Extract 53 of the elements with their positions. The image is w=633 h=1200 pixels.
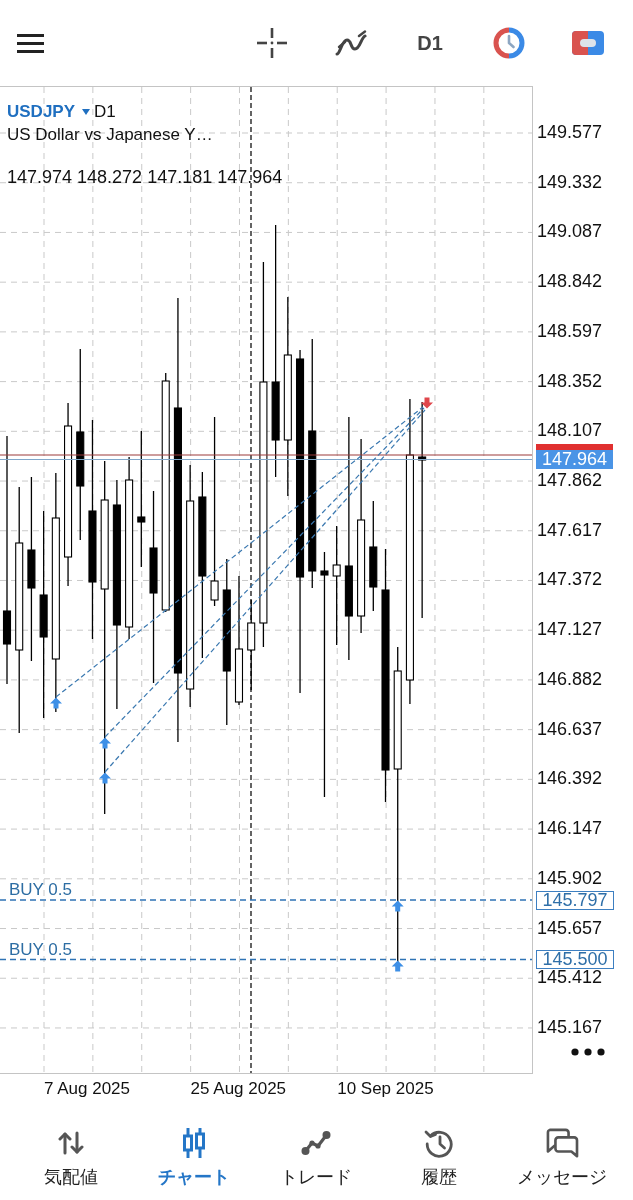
timeframe-label: D1 <box>94 102 116 122</box>
order-price-label: 145.797 <box>536 890 614 910</box>
price-tick-label: 146.392 <box>537 770 603 788</box>
price-tick-label: 146.637 <box>537 720 603 738</box>
order-label: BUY 0.5 <box>9 939 72 959</box>
up-arrow-icon <box>391 960 404 972</box>
symbol-description: US Dollar vs Japanese Y… <box>7 125 213 145</box>
up-arrow-icon <box>391 900 404 912</box>
price-tick-label: 145.167 <box>537 1018 603 1036</box>
quotes-tab[interactable]: 気配値 <box>44 1128 99 1188</box>
price-tick-label: 148.107 <box>537 422 603 440</box>
date-label: 25 Aug 2025 <box>190 1079 287 1099</box>
price-tick-label: 149.332 <box>537 173 603 191</box>
wave-icon[interactable] <box>335 30 367 56</box>
symbol-label[interactable]: USDJPY <box>7 102 76 122</box>
messages-tab[interactable]: メッセージ <box>516 1128 607 1188</box>
price-tick-label: 145.657 <box>537 919 603 937</box>
crosshair-icon[interactable] <box>257 28 287 58</box>
ohlc-values: 147.974 148.272 147.181 147.964 <box>7 167 283 188</box>
menu-icon[interactable] <box>17 33 44 53</box>
line-chart-icon <box>301 1128 332 1158</box>
up-arrow-icon <box>99 772 111 784</box>
price-tick-label: 147.372 <box>537 571 603 589</box>
price-tick-label: 149.577 <box>537 124 603 141</box>
price-tick-label: 146.147 <box>537 820 603 838</box>
trade-tab[interactable]: トレード <box>280 1128 353 1188</box>
price-tick-label: 146.882 <box>537 670 603 688</box>
clock-icon[interactable] <box>493 27 525 59</box>
chart-tab[interactable]: チャート <box>157 1128 230 1188</box>
timeframe-button[interactable]: D1 <box>417 32 443 54</box>
price-tick-label: 145.902 <box>537 869 603 887</box>
date-label: 10 Sep 2025 <box>337 1079 434 1099</box>
price-tick-label: 148.842 <box>537 273 603 291</box>
history-tab[interactable]: 履歴 <box>421 1128 458 1188</box>
up-arrow-icon <box>50 697 62 709</box>
price-tick-label: 148.352 <box>537 372 603 390</box>
down-arrow-icon <box>421 397 433 409</box>
order-price-label: 145.500 <box>536 950 614 969</box>
price-tick-label: 147.862 <box>537 472 603 490</box>
more-icon[interactable] <box>571 1048 605 1056</box>
up-arrow-icon <box>99 737 111 749</box>
toggle-icon[interactable] <box>572 31 604 55</box>
price-tick-label: 145.412 <box>537 969 603 987</box>
bid-price-label: 147.964 <box>536 450 613 469</box>
price-tick-label: 148.597 <box>537 322 603 340</box>
candlestick-icon <box>181 1128 206 1158</box>
price-tick-label: 149.087 <box>537 223 603 241</box>
price-tick-label: 147.617 <box>537 521 603 539</box>
history-icon <box>424 1128 455 1158</box>
order-label: BUY 0.5 <box>9 880 72 899</box>
price-tick-label: 147.127 <box>537 621 603 639</box>
date-label: 7 Aug 2025 <box>44 1079 131 1099</box>
caret-icon[interactable] <box>82 109 91 115</box>
